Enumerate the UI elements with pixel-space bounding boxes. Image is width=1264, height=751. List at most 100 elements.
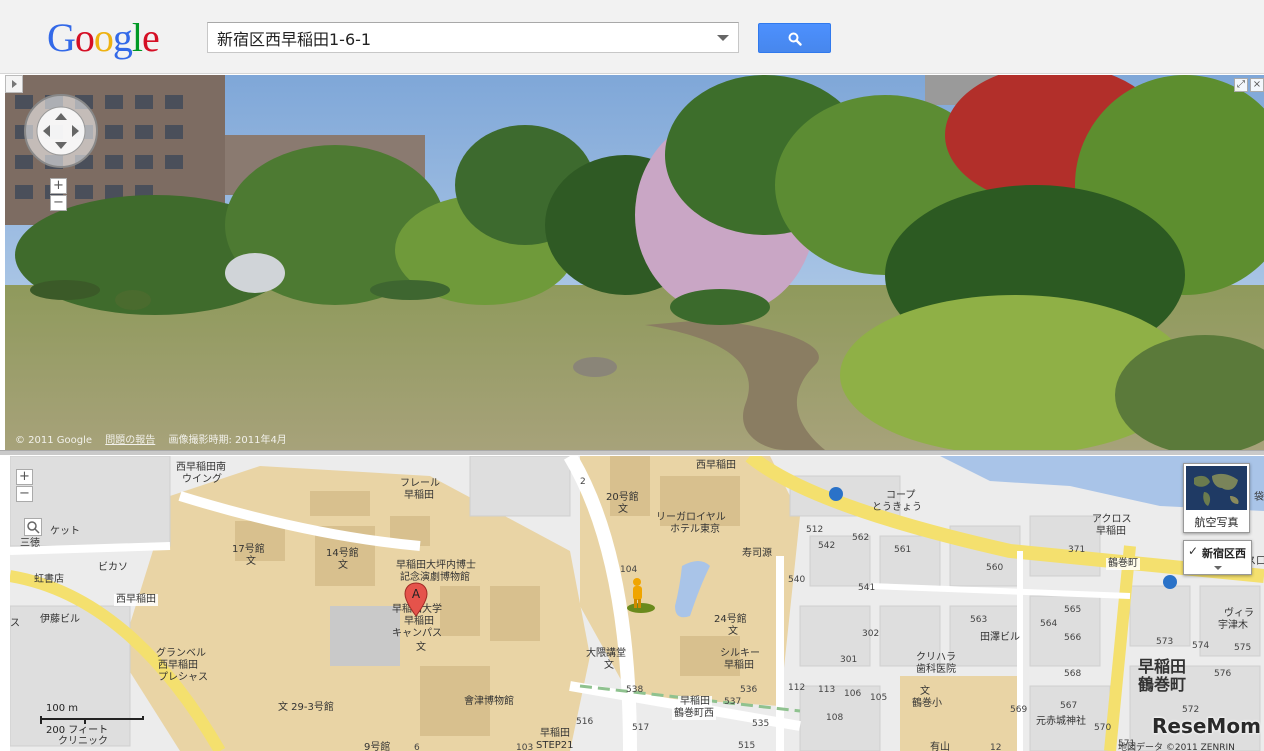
map-label: 鶴巻町 [1138,675,1187,694]
map-label: 伊藤ビル [40,614,80,625]
chevron-down-icon[interactable] [1214,566,1222,570]
map-label: 14号館 [326,548,359,559]
block-number: 103 [516,743,534,751]
logo-letter: g [112,15,133,60]
map-label: コープ [886,490,916,501]
street-view-image [5,75,1264,450]
map-label: 西早稲田 [158,660,198,671]
block-number: 517 [632,723,650,733]
map-label: キャンパス [392,628,442,639]
globe-thumbnail-icon [1186,466,1247,510]
block-number: 563 [970,615,988,625]
sv-zoom-in-button[interactable]: + [50,178,67,194]
scale-imperial: 200 フィート [46,725,109,736]
map-label: ホテル東京 [670,524,720,535]
block-number: 12 [990,743,1002,751]
map-label: 文 29-3号館 [278,702,334,713]
map-label: ケット [50,526,80,537]
aerial-view-button[interactable]: 航空写真 [1183,463,1250,533]
map-label: 鶴巻小 [912,698,942,709]
map-label: 文 [920,686,930,697]
panel-divider[interactable] [0,450,1264,455]
block-number: 576 [1214,669,1232,679]
logo-letter: G [47,15,76,60]
block-number: 573 [1156,637,1174,647]
map-label: とうきょう [872,502,922,513]
scale-metric: 100 m [46,703,79,714]
map-label: 虹書店 [34,574,64,585]
sv-zoom-out-button[interactable]: − [50,195,67,211]
chevron-down-icon[interactable] [717,35,729,41]
map-label: 有山 [930,742,950,751]
block-number: 570 [1094,723,1112,733]
maps-app: Google 新宿区西早稲田1-6-1 + − ⤢ × © 2011 Googl… [0,0,1264,751]
map-label: 20号館 [606,492,639,503]
location-marker-a[interactable]: A [404,582,428,618]
map-label: 24号館 [714,614,747,625]
map-label: 早稲田 [678,696,712,708]
svg-text:A: A [412,587,421,601]
logo-letter: o [74,15,95,60]
map-label: 文 [246,556,256,567]
street-view-panorama[interactable]: + − ⤢ × © 2011 Google 問題の報告 画像撮影時期: 2011… [5,75,1264,450]
block-number: 568 [1064,669,1082,679]
map-label: 文 [728,626,738,637]
map-label: 西早稲田 [114,594,158,606]
map-zoom-in-button[interactable]: + [16,469,33,485]
layer-label: 新宿区西 [1202,547,1246,560]
map-label: クリハラ [916,652,956,663]
block-number: 113 [818,685,836,695]
map-zoom-out-button[interactable]: − [16,486,33,502]
layer-selector[interactable]: ✓ 新宿区西 [1183,540,1252,575]
map-label: クリニック [58,736,108,747]
magnifier-icon[interactable] [24,518,42,536]
map-label: アクロス [1092,514,1132,525]
map-label: 早稲田 [404,490,434,501]
map-label: ヴィラ [1224,608,1254,619]
block-number: 569 [1010,705,1028,715]
map-label: 袋 [1254,492,1264,503]
block-number: 567 [1060,701,1078,711]
block-number: 541 [858,583,876,593]
capture-date-text: 画像撮影時期: 2011年4月 [168,435,287,446]
close-icon[interactable]: × [1250,78,1264,92]
search-input[interactable] [208,23,708,52]
map-label: 鶴巻町 [1106,558,1140,570]
google-logo[interactable]: Google [47,14,160,62]
logo-letter: l [131,15,143,60]
map-label: 早稲田 [1096,526,1126,537]
block-number: 535 [752,719,770,729]
map-label: 文 [618,504,628,515]
report-problem-link[interactable]: 問題の報告 [105,435,155,446]
block-number: 538 [626,685,644,695]
search-button[interactable] [758,23,831,53]
map-label: 田澤ビル [980,632,1020,643]
block-number: 564 [1040,619,1058,629]
map-label: 9号館 [364,742,391,751]
block-number: 562 [852,533,870,543]
block-number: 301 [840,655,858,665]
block-number: 537 [724,697,742,707]
block-number: 302 [862,629,880,639]
block-number: 540 [788,575,806,585]
map-label: 三徳 [20,538,40,549]
block-number: 515 [738,741,756,751]
logo-letter: o [93,15,114,60]
block-number: 371 [1068,545,1086,555]
block-number: 516 [576,717,594,727]
map-label: 歯科医院 [916,664,956,675]
map-attribution: 地図データ ©2011 ZENRIN [1118,743,1235,751]
panel-toggle-button[interactable] [5,75,23,93]
map-label: 2 [580,477,586,487]
block-number: 566 [1064,633,1082,643]
map-label: 鶴巻町西 [672,708,716,720]
map-label: 元赤城神社 [1036,716,1086,727]
block-number: 574 [1192,641,1210,651]
pegman-icon[interactable] [623,576,659,614]
pan-control[interactable] [23,93,99,169]
search-box[interactable] [207,22,739,53]
block-number: 106 [844,689,862,699]
map-label: プレシャス [158,672,208,683]
block-number: 112 [788,683,806,693]
expand-icon[interactable]: ⤢ [1234,78,1248,92]
